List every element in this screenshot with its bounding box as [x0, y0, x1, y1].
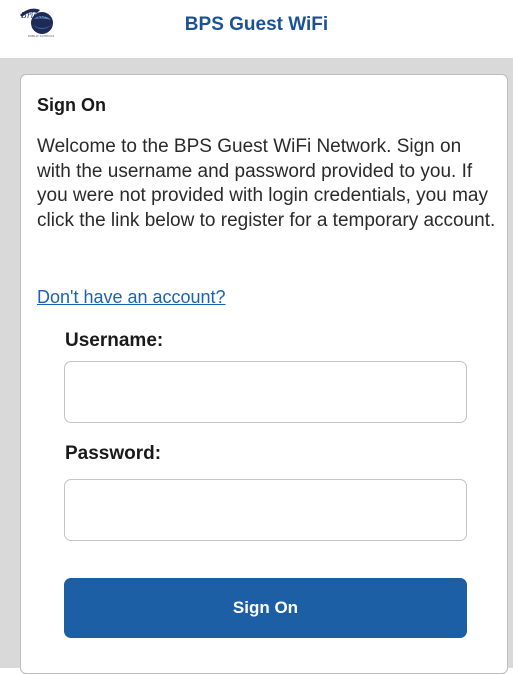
sign-on-button[interactable]: Sign On: [64, 578, 467, 638]
password-input[interactable]: [64, 479, 467, 541]
welcome-text: Welcome to the BPS Guest WiFi Network. S…: [37, 136, 496, 231]
register-link[interactable]: Don't have an account?: [37, 287, 226, 308]
page-title: BPS Guest WiFi: [184, 14, 329, 35]
username-label: Username:: [65, 330, 164, 351]
signon-heading: Sign On: [37, 95, 106, 115]
signon-card: Sign On Welcome to the BPS Guest WiFi Ne…: [20, 74, 508, 674]
top-header: Bristo PUBLIC SCHOOLS BPS Guest WiFi: [0, 0, 513, 58]
password-label: Password:: [65, 443, 162, 464]
username-input[interactable]: [64, 361, 467, 423]
